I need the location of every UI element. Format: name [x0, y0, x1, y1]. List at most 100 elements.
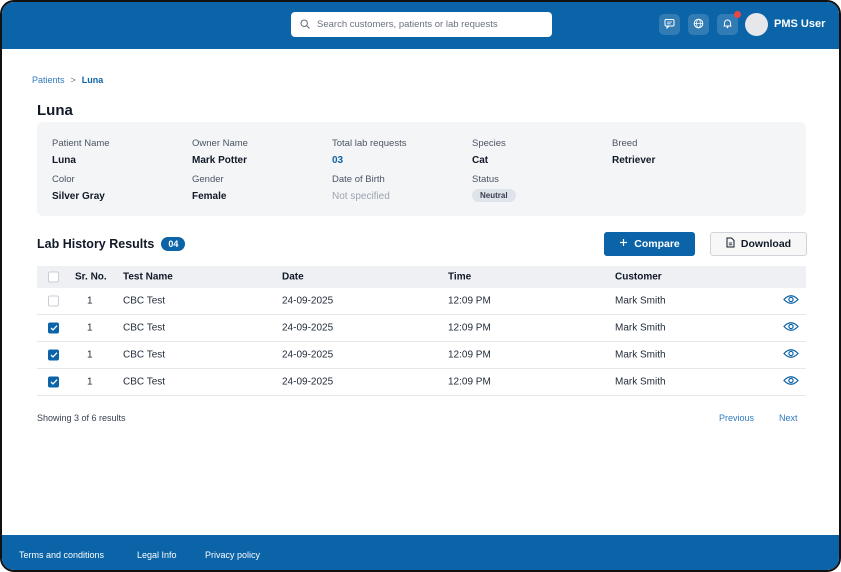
footer: Terms and conditions Legal Info Privacy …: [2, 535, 839, 570]
footer-link-terms[interactable]: Terms and conditions: [19, 550, 104, 560]
globe-icon: [693, 16, 704, 34]
customer-name: Mark Smith: [615, 349, 666, 361]
column-header-test-name[interactable]: Test Name: [123, 272, 173, 283]
status-badge: Neutral: [472, 189, 516, 202]
test-date: 24-09-2025: [282, 349, 334, 361]
column-header-time[interactable]: Time: [448, 272, 471, 283]
sr-no: 1: [87, 295, 93, 307]
select-all-checkbox[interactable]: [48, 271, 59, 283]
language-button[interactable]: [688, 14, 709, 35]
eye-icon[interactable]: [783, 348, 799, 362]
search-input[interactable]: [317, 19, 537, 30]
row-checkbox[interactable]: [48, 322, 59, 334]
next-page-link[interactable]: Next: [779, 413, 798, 423]
row-checkbox[interactable]: [48, 349, 59, 361]
test-date: 24-09-2025: [282, 322, 334, 334]
field-label: Owner Name: [192, 138, 248, 149]
download-label: Download: [740, 238, 792, 250]
sr-no: 1: [87, 376, 93, 388]
lab-requests-count-link[interactable]: 03: [332, 155, 406, 166]
breadcrumb-patients-link[interactable]: Patients: [32, 75, 65, 85]
breadcrumb: Patients > Luna: [32, 75, 103, 85]
test-name: CBC Test: [123, 295, 166, 307]
field-date-of-birth: Date of Birth Not specified: [332, 174, 390, 202]
customer-name: Mark Smith: [615, 322, 666, 334]
row-checkbox[interactable]: [48, 295, 59, 307]
lab-history-table: Sr. No. Test Name Date Time Customer 1 C…: [37, 266, 806, 396]
table-header: Sr. No. Test Name Date Time Customer: [37, 266, 806, 288]
sr-no: 1: [87, 322, 93, 334]
user-name[interactable]: PMS User: [774, 18, 825, 30]
test-time: 12:09 PM: [448, 349, 491, 361]
field-label: Species: [472, 138, 506, 149]
customer-name: Mark Smith: [615, 376, 666, 388]
field-value: Luna: [52, 155, 76, 166]
search-icon: [300, 16, 310, 34]
avatar[interactable]: [745, 13, 768, 36]
test-name: CBC Test: [123, 322, 166, 334]
field-label: Breed: [612, 138, 638, 149]
footer-link-legal-info[interactable]: Legal Info: [137, 550, 177, 560]
field-breed: Breed Retriever: [612, 138, 655, 166]
results-summary: Showing 3 of 6 results: [37, 413, 126, 423]
section-title: Lab History Results: [37, 237, 155, 251]
test-date: 24-09-2025: [282, 376, 334, 388]
customer-name: Mark Smith: [615, 295, 666, 307]
field-value: Cat: [472, 155, 489, 166]
field-gender: Gender Female: [192, 174, 226, 202]
bell-icon: [722, 16, 733, 34]
notification-dot: [734, 11, 741, 18]
app-window: PMS User Patients > Luna Luna Patient Na…: [0, 0, 841, 572]
test-time: 12:09 PM: [448, 322, 491, 334]
file-icon: [726, 237, 735, 251]
chat-icon: [664, 16, 675, 34]
table-row: 1 CBC Test 24-09-2025 12:09 PM Mark Smit…: [37, 342, 806, 369]
table-row: 1 CBC Test 24-09-2025 12:09 PM Mark Smit…: [37, 288, 806, 315]
column-header-customer[interactable]: Customer: [615, 272, 662, 283]
eye-icon[interactable]: [783, 375, 799, 389]
table-row: 1 CBC Test 24-09-2025 12:09 PM Mark Smit…: [37, 315, 806, 342]
top-navigation-bar: PMS User: [2, 2, 839, 49]
plus-icon: [619, 238, 628, 250]
field-total-lab-requests: Total lab requests 03: [332, 138, 406, 166]
compare-label: Compare: [634, 238, 680, 250]
footer-link-privacy-policy[interactable]: Privacy policy: [205, 550, 260, 560]
table-row: 1 CBC Test 24-09-2025 12:09 PM Mark Smit…: [37, 369, 806, 396]
row-checkbox[interactable]: [48, 376, 59, 388]
field-value: Not specified: [332, 191, 390, 202]
lab-history-heading: Lab History Results 04: [37, 237, 186, 251]
field-value: Silver Gray: [52, 191, 105, 202]
field-label: Status: [472, 174, 499, 185]
field-label: Color: [52, 174, 75, 185]
chevron-right-icon: >: [70, 75, 76, 85]
test-date: 24-09-2025: [282, 295, 334, 307]
search-box[interactable]: [291, 12, 552, 37]
field-value: Female: [192, 191, 227, 202]
field-value: Mark Potter: [192, 155, 248, 166]
field-patient-name: Patient Name Luna: [52, 138, 110, 166]
field-species: Species Cat: [472, 138, 506, 166]
column-header-sr-no[interactable]: Sr. No.: [75, 272, 107, 283]
results-count-badge: 04: [161, 237, 186, 251]
test-name: CBC Test: [123, 376, 166, 388]
field-label: Gender: [192, 174, 224, 185]
field-label: Patient Name: [52, 138, 110, 149]
field-status: Status Neutral: [472, 174, 516, 203]
test-time: 12:09 PM: [448, 376, 491, 388]
column-header-date[interactable]: Date: [282, 272, 304, 283]
test-time: 12:09 PM: [448, 295, 491, 307]
sr-no: 1: [87, 349, 93, 361]
test-name: CBC Test: [123, 349, 166, 361]
field-value: Retriever: [612, 155, 656, 166]
eye-icon[interactable]: [783, 294, 799, 308]
page-title: Luna: [37, 102, 73, 119]
previous-page-link[interactable]: Previous: [719, 413, 754, 423]
download-button[interactable]: Download: [710, 232, 807, 256]
patient-info-card: Patient Name Luna Owner Name Mark Potter…: [37, 122, 806, 216]
compare-button[interactable]: Compare: [604, 232, 695, 256]
field-color: Color Silver Gray: [52, 174, 105, 202]
notifications-button[interactable]: [717, 11, 741, 35]
field-owner-name: Owner Name Mark Potter: [192, 138, 248, 166]
eye-icon[interactable]: [783, 321, 799, 335]
chat-button[interactable]: [659, 14, 680, 35]
